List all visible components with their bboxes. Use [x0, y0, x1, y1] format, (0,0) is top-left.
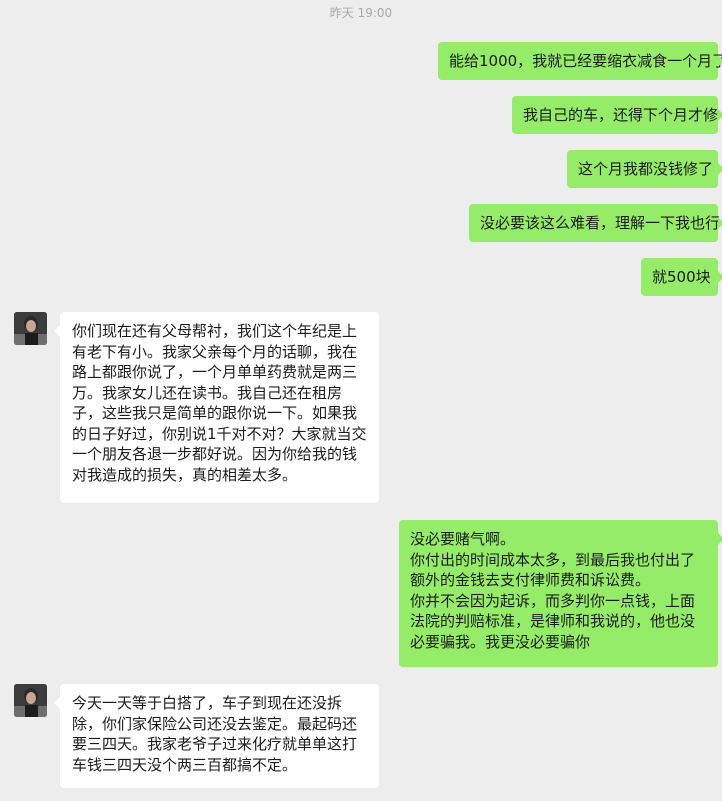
- outgoing-message[interactable]: 我自己的车，还得下个月才修: [512, 96, 722, 134]
- contact-avatar-icon: [14, 684, 47, 717]
- outgoing-message[interactable]: 能给1000，我就已经要缩衣减食一个月了: [438, 42, 722, 80]
- message-timestamp: 昨天 19:00: [329, 6, 393, 20]
- outgoing-message[interactable]: 没必要该这么难看，理解一下我也行: [469, 204, 722, 242]
- contact-avatar-icon[interactable]: [14, 684, 47, 717]
- contact-avatar-icon[interactable]: [14, 312, 47, 345]
- outgoing-message[interactable]: 这个月我都没钱修了: [567, 150, 722, 188]
- incoming-message[interactable]: 你们现在还有父母帮衬，我们这个年纪是上有老下有小。我家父亲每个月的话聊，我在路上…: [54, 312, 379, 503]
- outgoing-message[interactable]: 没必要赌气啊。 你付出的时间成本太多，到最后我也付出了额外的金钱去支付律师费和诉…: [399, 520, 722, 667]
- contact-avatar-icon: [14, 312, 47, 345]
- outgoing-message[interactable]: 就500块: [641, 258, 722, 296]
- incoming-message[interactable]: 今天一天等于白搭了，车子到现在还没拆除，你们家保险公司还没去鉴定。最起码还要三四…: [54, 684, 379, 788]
